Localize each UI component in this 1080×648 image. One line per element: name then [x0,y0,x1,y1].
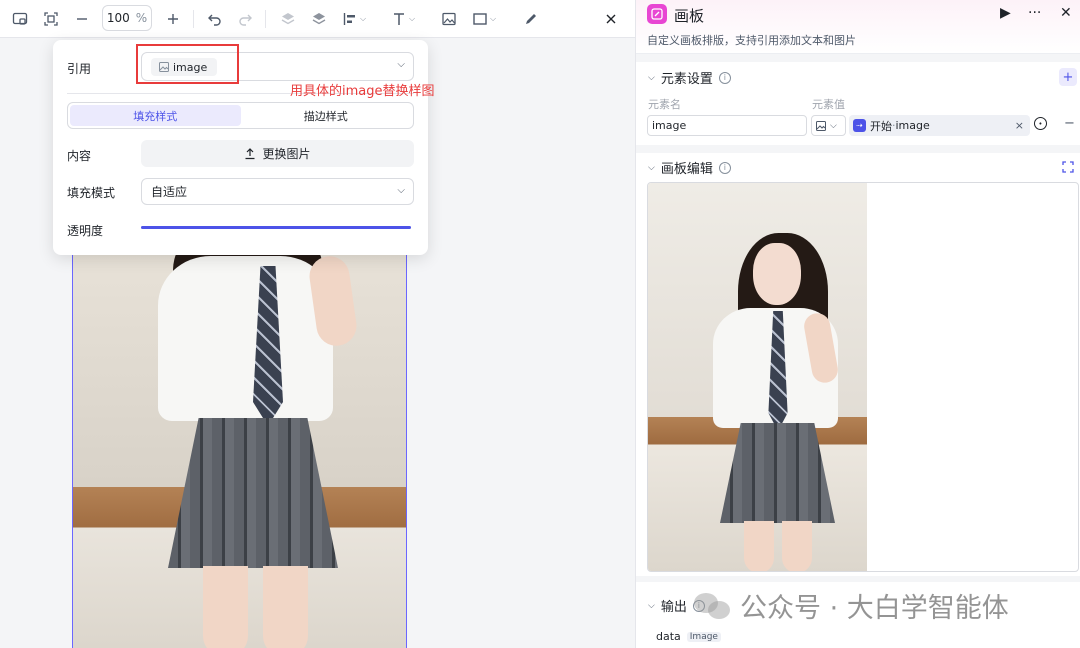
person-leg [744,521,774,571]
upload-icon [245,147,255,159]
fill-mode-value: 自适应 [151,185,188,199]
wechat-logo-icon [694,591,730,621]
canvas-fit-icon[interactable] [12,8,28,30]
person-leg [782,521,812,571]
start-node-icon: ⇢ [853,119,866,132]
layer-up-icon[interactable] [280,8,296,30]
section-divider [636,145,1080,153]
canvas-preview[interactable] [647,182,1079,572]
image-icon [816,120,826,131]
image-icon[interactable] [441,8,457,30]
zoom-unit: % [135,11,148,25]
output-variable: data Image [656,630,721,643]
clear-icon[interactable]: × [1015,119,1024,132]
content-label: 内容 [67,149,92,163]
fill-mode-label: 填充模式 [67,186,116,200]
redo-icon[interactable] [237,8,253,30]
zoom-out-icon[interactable] [74,8,90,30]
expand-icon[interactable] [1062,161,1074,176]
value-ref-node: 开始 [870,119,892,133]
fill-mode-select[interactable]: 自适应 ⌵ [141,178,414,205]
watermark-text: 公众号 · 大白学智能体 [740,593,1009,624]
pen-icon[interactable] [523,8,539,30]
element-value-column-label: 元素值 [812,98,845,111]
undo-icon[interactable] [207,8,223,30]
value-ref-var: image [895,119,930,132]
tab-stroke-style[interactable]: 描边样式 [241,105,412,126]
chevron-down-icon: ⌵ [648,72,655,83]
align-icon[interactable]: ⌵ [342,8,366,30]
close-icon[interactable]: ✕ [1060,5,1072,21]
chevron-down-icon: ⌵ [360,14,367,23]
preview-image [648,183,867,571]
person-skirt [168,418,338,568]
element-name-column-label: 元素名 [648,98,681,111]
person-skirt [720,423,835,523]
section-divider [636,576,1080,582]
toolbar-divider [265,10,266,28]
zoom-input[interactable]: 100 % [102,5,152,31]
chevron-down-icon: ⌵ [490,14,497,23]
info-icon: i [718,71,731,84]
element-settings-header[interactable]: ⌵ 元素设置 i [648,68,731,87]
target-icon[interactable]: • [1034,117,1047,130]
tab-fill-style[interactable]: 填充样式 [70,105,241,126]
chevron-down-icon: ⌵ [397,59,405,70]
text-icon[interactable]: ⌵ [391,8,415,30]
person-leg [203,566,248,648]
output-var-name: data [656,630,681,643]
person-shirt [158,256,333,421]
editor-toolbar: 100 % ⌵ ⌵ ⌵ [0,0,635,38]
zoom-in-icon[interactable] [165,8,181,30]
replace-image-button[interactable]: 更换图片 [141,140,414,167]
element-value-ref[interactable]: ⇢ 开始 · image × [849,115,1030,136]
ref-label: 引用 [67,62,92,76]
section-divider [636,54,1080,62]
panel-subtitle: 自定义画板排版，支持引用添加文本和图片 [647,34,856,47]
chevron-down-icon: ⌵ [409,14,416,23]
annotation-highlight-box [136,44,239,84]
close-icon[interactable] [603,8,619,30]
toolbar-divider [193,10,194,28]
chevron-down-icon: ⌵ [397,185,405,196]
more-icon[interactable]: ··· [1028,5,1041,21]
rect-icon[interactable]: ⌵ [472,8,496,30]
person-leg [263,566,308,648]
remove-element-button[interactable]: − [1064,116,1075,131]
replace-image-label: 更换图片 [262,147,311,161]
element-settings-title: 元素设置 [660,72,713,87]
fullscreen-icon[interactable] [43,8,59,30]
person-face [753,243,801,305]
node-config-panel: 画板 ▶ ··· ✕ 自定义画板排版，支持引用添加文本和图片 ⌵ 元素设置 i … [635,0,1080,648]
opacity-slider[interactable] [141,226,411,229]
panel-title: 画板 [674,7,705,25]
style-tabs: 填充样式 描边样式 [67,102,414,129]
opacity-label: 透明度 [67,224,104,238]
canvas-editor: 100 % ⌵ ⌵ ⌵ 引用 image ⌵ 填充样式 描边样式 内容 更换图片… [0,0,635,648]
output-var-type: Image [686,631,721,642]
canvas-image-element[interactable] [72,245,407,648]
panel-header: 画板 ▶ ··· ✕ 自定义画板排版，支持引用添加文本和图片 [636,0,1080,54]
canvas-edit-header[interactable]: ⌵ 画板编辑 i [648,158,731,177]
element-name-input[interactable]: image [647,115,807,136]
value-type-select[interactable]: ⌵ [811,115,846,136]
image-properties-panel: 引用 image ⌵ 填充样式 描边样式 内容 更换图片 填充模式 自适应 ⌵ … [53,40,428,255]
chevron-down-icon: ⌵ [648,600,655,611]
info-icon: i [718,161,731,174]
annotation-note: 用具体的image替换样图 [290,84,435,99]
zoom-value: 100 [106,11,130,25]
canvas-edit-title: 画板编辑 [660,162,713,177]
opacity-slider-fill [141,226,411,229]
chevron-down-icon: ⌵ [648,162,655,173]
run-icon[interactable]: ▶ [1000,5,1011,21]
watermark: 公众号 · 大白学智能体 [694,586,1009,625]
add-element-button[interactable]: + [1059,68,1077,86]
output-title: 输出 [660,600,687,615]
canvas-node-icon [647,4,667,24]
chevron-down-icon: ⌵ [830,120,837,131]
layer-down-icon[interactable] [311,8,327,30]
